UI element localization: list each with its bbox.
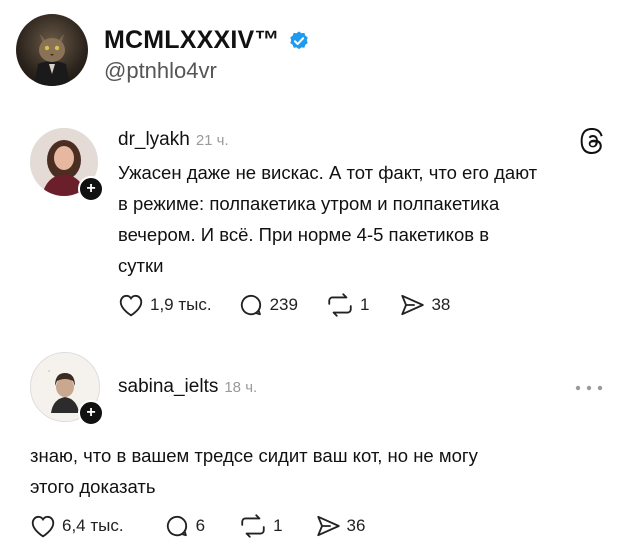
reply-text-line: этого доказать (30, 476, 156, 497)
post-time: 21 ч. (195, 132, 229, 149)
repost-author-handle[interactable]: @ptnhlo4vr (104, 58, 217, 84)
like-button[interactable]: 6,4 тыс. (30, 514, 124, 538)
reply-actions: 6,4 тыс. 6 1 36 (30, 513, 365, 539)
post-header: dr_lyakh 21 ч. (118, 129, 229, 151)
reply-header: sabina_ielts 18 ч. (118, 376, 257, 398)
more-icon[interactable] (574, 384, 604, 392)
post-text-line: вечером. И всё. При норме 4-5 пакетиков … (118, 224, 490, 245)
repost-icon (241, 514, 265, 538)
repost-count: 1 (359, 295, 370, 314)
share-button[interactable]: 36 (315, 514, 366, 538)
comment-icon (240, 295, 261, 316)
share-icon (401, 294, 425, 316)
post-username[interactable]: dr_lyakh (118, 129, 190, 151)
heart-icon (31, 515, 55, 538)
repost-author-avatar[interactable] (16, 14, 88, 86)
repost-icon (328, 293, 352, 317)
post-actions: 1,9 тыс. 239 1 38 (118, 292, 450, 318)
follow-plus-icon[interactable]: + (78, 176, 104, 202)
heart-icon (119, 294, 143, 317)
share-count: 38 (431, 295, 451, 314)
threads-card: + dr_lyakh 21 ч. Ужасен даже не вискас. … (0, 108, 640, 547)
like-count: 6,4 тыс. (62, 516, 124, 535)
comment-count: 239 (269, 295, 298, 314)
post-text-line: Ужасен даже не вискас. А тот факт, что е… (118, 162, 538, 183)
share-icon (316, 515, 340, 537)
share-count: 36 (346, 516, 366, 535)
post-text: Ужасен даже не вискас. А тот факт, что е… (118, 157, 618, 281)
follow-plus-icon[interactable]: + (78, 400, 104, 426)
like-count: 1,9 тыс. (150, 295, 212, 314)
repost-button[interactable]: 1 (326, 293, 369, 317)
repost-author-name-row: MCMLXXXIV™ (104, 26, 310, 55)
reply-text: знаю, что в вашем тредсе сидит ваш кот, … (30, 440, 620, 502)
comment-button[interactable]: 6 (164, 513, 205, 539)
comment-button[interactable]: 239 (238, 292, 298, 318)
like-button[interactable]: 1,9 тыс. (118, 293, 212, 317)
threads-logo-icon[interactable] (580, 128, 606, 154)
repost-button[interactable]: 1 (239, 514, 283, 538)
post-text-line: сутки (118, 255, 164, 276)
reply-time: 18 ч. (224, 379, 258, 396)
reply-username[interactable]: sabina_ielts (118, 376, 218, 398)
verified-badge-icon (289, 30, 308, 49)
comment-icon (166, 516, 187, 537)
comment-count: 6 (195, 516, 206, 535)
reply-text-line: знаю, что в вашем тредсе сидит ваш кот, … (30, 445, 478, 466)
repost-count: 1 (273, 516, 283, 535)
share-button[interactable]: 38 (399, 293, 450, 317)
post-text-line: в режиме: полпакетика утром и полпакетик… (118, 193, 500, 214)
repost-author-name[interactable]: MCMLXXXIV™ (104, 26, 280, 55)
